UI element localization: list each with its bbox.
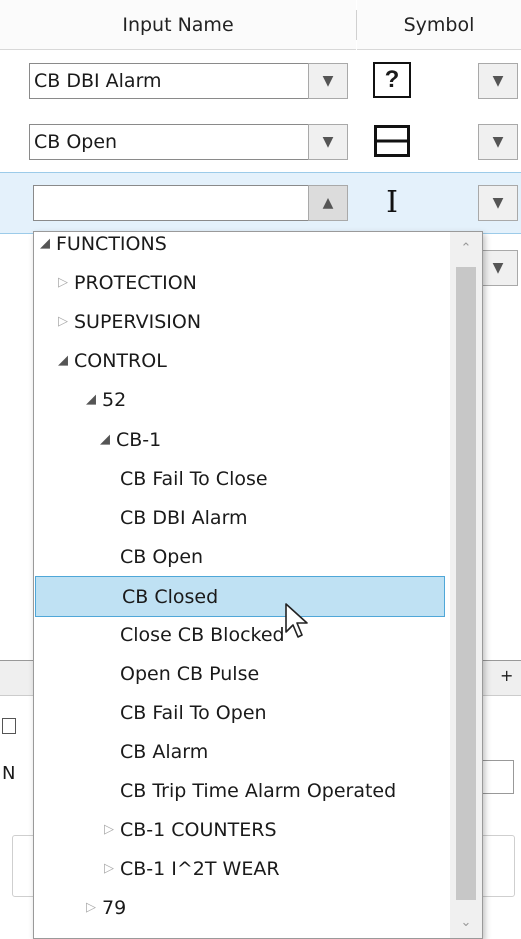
column-header-input-name[interactable]: Input Name: [0, 0, 356, 50]
tree-item[interactable]: ▷ PROTECTION: [34, 263, 450, 302]
collapsed-triangle-icon[interactable]: ▷: [86, 900, 102, 915]
question-glyph: ?: [373, 62, 411, 98]
chevron-down-icon: ▼: [322, 73, 334, 89]
tree-item-label: CB Trip Time Alarm Operated: [120, 779, 397, 802]
tree-item-label: CB Fail To Open: [120, 701, 267, 724]
tree-item-label: PROTECTION: [74, 271, 197, 294]
question-symbol-icon[interactable]: ?: [370, 61, 414, 99]
column-header-symbol[interactable]: Symbol: [357, 0, 521, 50]
tree-item-label: SUPERVISION: [74, 310, 202, 333]
text-cursor-symbol-icon[interactable]: I: [370, 183, 414, 221]
column-header-symbol-label: Symbol: [403, 13, 475, 36]
tree-item[interactable]: CB Alarm: [34, 732, 450, 771]
expanded-triangle-icon[interactable]: ◢: [40, 236, 56, 251]
tree-item[interactable]: ▷ CB-1 I^2T WEAR: [34, 849, 450, 888]
tree-item-label: CB Open: [120, 545, 204, 568]
input-name-value: CB DBI Alarm: [34, 70, 162, 92]
tree-item-label: CB Fail To Close: [120, 467, 268, 490]
breaker-open-glyph: [374, 125, 410, 157]
tree-item[interactable]: ▷ CB-1 COUNTERS: [34, 810, 450, 849]
chevron-up-icon: ▲: [322, 195, 334, 211]
tree-item[interactable]: CB Trip Time Alarm Operated: [34, 771, 450, 810]
input-name-combo[interactable]: CB DBI Alarm: [29, 63, 320, 99]
vertical-scrollbar[interactable]: ⌃ ⌄: [450, 232, 482, 938]
tree-item-label: CB Alarm: [120, 740, 209, 763]
input-name-value: CB Open: [34, 131, 118, 153]
breaker-open-symbol-icon[interactable]: [370, 122, 414, 160]
tree-item[interactable]: Close CB Blocked: [34, 615, 450, 654]
combo-dropdown-button[interactable]: ▲: [308, 185, 348, 221]
tree-item-label: Close CB Blocked: [120, 623, 285, 646]
checkbox[interactable]: [2, 718, 16, 734]
tree-item-label: Open CB Pulse: [120, 662, 260, 685]
field-label-fragment: N: [2, 763, 16, 784]
add-icon[interactable]: +: [500, 666, 513, 685]
scroll-down-icon[interactable]: ⌄: [456, 912, 476, 932]
chevron-down-icon: ▼: [322, 134, 334, 150]
tree-item-label: CB-1 COUNTERS: [120, 818, 277, 841]
tree-item[interactable]: CB DBI Alarm: [34, 498, 450, 537]
tree-item-label: CB DBI Alarm: [120, 506, 248, 529]
symbol-dropdown-button[interactable]: ▼: [478, 124, 518, 160]
input-name-combo-active[interactable]: [33, 185, 320, 221]
tree-item[interactable]: ◢ CB-1: [34, 420, 450, 459]
chevron-down-icon: ▼: [492, 260, 504, 276]
expanded-triangle-icon[interactable]: ◢: [86, 392, 102, 407]
symbol-dropdown-button[interactable]: ▼: [478, 250, 518, 286]
symbol-dropdown-button[interactable]: ▼: [478, 63, 518, 99]
cursor-glyph: I: [386, 184, 398, 220]
tree-item-label: 52: [102, 388, 127, 411]
tree-item[interactable]: ◢ CONTROL: [34, 341, 450, 380]
input-name-combo[interactable]: CB Open: [29, 124, 320, 160]
chevron-down-icon: ▼: [492, 134, 504, 150]
tree-item[interactable]: CB Fail To Close: [34, 459, 450, 498]
dropdown-tree-popup[interactable]: ◢ FUNCTIONS ▷ PROTECTION ▷ SUPERVISION ◢ CONTRO…: [33, 231, 483, 939]
symbol-dropdown-button[interactable]: ▼: [478, 185, 518, 221]
collapsed-triangle-icon[interactable]: ▷: [58, 275, 74, 290]
tree-item[interactable]: CB Open: [34, 537, 450, 576]
tree-item-label: FUNCTIONS: [56, 232, 167, 255]
tree-item-label: 79: [102, 896, 127, 919]
tree-item-label: CB-1 I^2T WEAR: [120, 857, 280, 880]
scroll-up-icon[interactable]: ⌃: [456, 238, 476, 258]
expanded-triangle-icon[interactable]: ◢: [58, 353, 74, 368]
chevron-down-icon: ▼: [492, 195, 504, 211]
tree-item[interactable]: ▷ 79: [34, 888, 450, 927]
combo-dropdown-button[interactable]: ▼: [308, 63, 348, 99]
column-header-input-name-label: Input Name: [122, 13, 234, 36]
mouse-pointer-icon: [285, 603, 308, 638]
expanded-triangle-icon[interactable]: ◢: [100, 432, 116, 447]
combo-dropdown-button[interactable]: ▼: [308, 124, 348, 160]
scrollbar-thumb[interactable]: [456, 267, 476, 900]
tree-item-label: CB Closed: [122, 585, 219, 608]
tree-item-label: CB-1: [116, 428, 162, 451]
tree-item[interactable]: ◢ 52: [34, 380, 450, 419]
collapsed-triangle-icon[interactable]: ▷: [58, 314, 74, 329]
collapsed-triangle-icon[interactable]: ▷: [104, 822, 120, 837]
tree-item[interactable]: ◢ FUNCTIONS: [34, 232, 450, 263]
tree-item[interactable]: CB Closed: [35, 576, 445, 617]
chevron-down-icon: ▼: [492, 73, 504, 89]
tree-item[interactable]: Open CB Pulse: [34, 654, 450, 693]
collapsed-triangle-icon[interactable]: ▷: [104, 861, 120, 876]
tree-item[interactable]: ▷ SUPERVISION: [34, 302, 450, 341]
tree-item[interactable]: CB Fail To Open: [34, 693, 450, 732]
tree-item-label: CONTROL: [74, 349, 167, 372]
